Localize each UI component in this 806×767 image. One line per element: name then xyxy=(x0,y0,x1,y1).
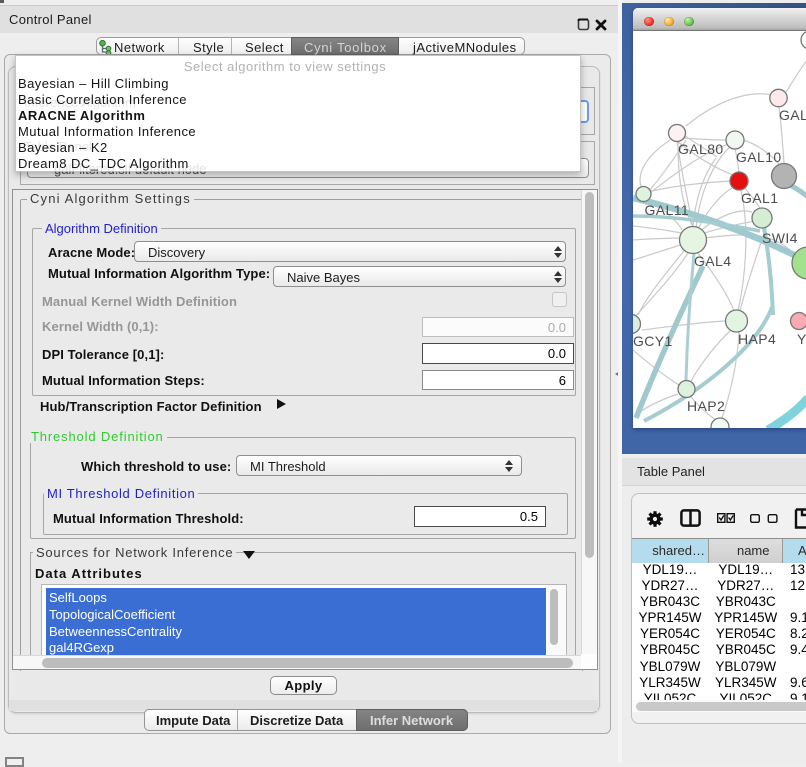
svg-text:GAL2: GAL2 xyxy=(779,107,806,123)
svg-text:SWI4: SWI4 xyxy=(762,230,798,246)
svg-text:HAP4: HAP4 xyxy=(738,331,776,347)
svg-text:GAL4: GAL4 xyxy=(694,253,731,269)
svg-text:GAL10: GAL10 xyxy=(736,149,782,165)
svg-text:YJ: YJ xyxy=(797,331,806,347)
svg-text:GAL1: GAL1 xyxy=(741,190,778,206)
svg-text:GCY1: GCY1 xyxy=(633,333,673,349)
svg-text:HAP2: HAP2 xyxy=(687,398,725,414)
svg-text:GAL11: GAL11 xyxy=(645,202,690,218)
svg-text:GAL80: GAL80 xyxy=(678,141,724,157)
